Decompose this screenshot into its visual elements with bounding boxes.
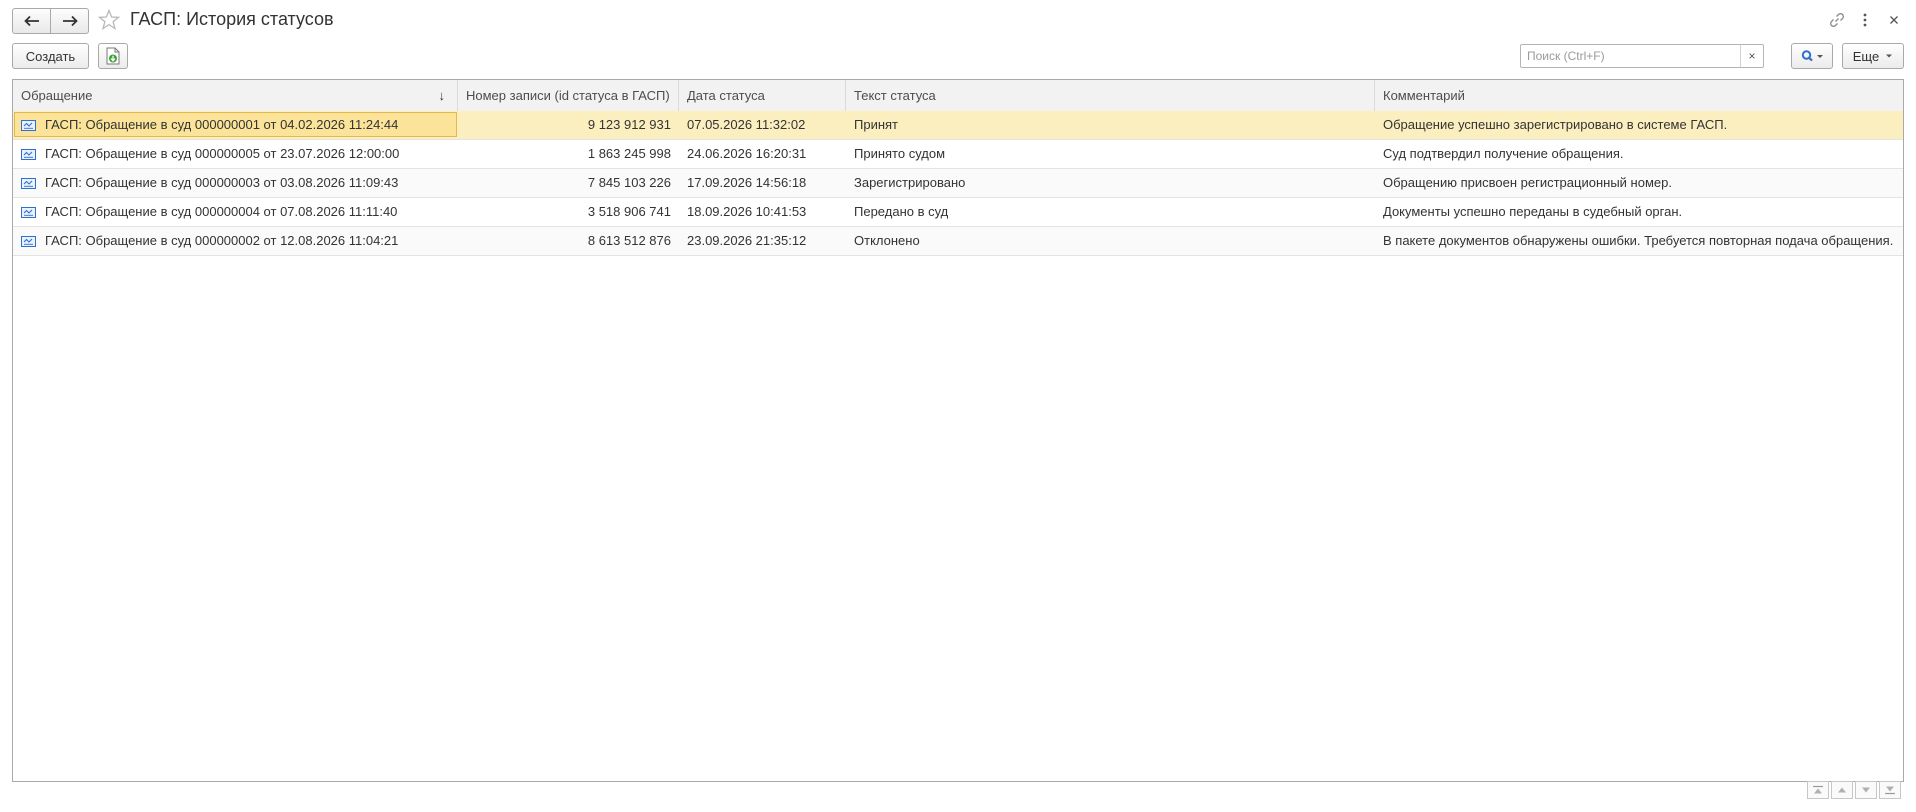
chevron-up-icon	[1838, 787, 1846, 793]
cell-record-id: 9 123 912 931	[587, 117, 671, 132]
cell-record-id: 1 863 245 998	[587, 146, 671, 161]
cell-comment: Документы успешно переданы в судебный ор…	[1383, 204, 1683, 219]
chevron-down-icon	[1862, 787, 1870, 793]
status-history-table: Обращение ↓ Номер записи (id статуса в Г…	[12, 79, 1904, 782]
table-row[interactable]: ГАСП: Обращение в суд 000000004 от 07.08…	[13, 198, 1903, 227]
cell-status-text: Зарегистрировано	[854, 175, 966, 190]
chevron-down-icon	[1886, 54, 1893, 58]
favorite-star-icon[interactable]	[97, 8, 121, 32]
search-icon	[1801, 50, 1823, 62]
create-button[interactable]: Создать	[12, 43, 89, 69]
forward-button[interactable]	[50, 9, 88, 33]
table-row[interactable]: ГАСП: Обращение в суд 000000001 от 04.02…	[13, 111, 1903, 140]
title-bar: ГАСП: История статусов	[0, 0, 1916, 42]
scroll-last-icon	[1885, 786, 1895, 795]
cell-appeal: ГАСП: Обращение в суд 000000004 от 07.08…	[45, 204, 398, 219]
cell-status-text: Отклонено	[854, 233, 920, 248]
close-icon[interactable]	[1884, 10, 1904, 30]
cell-appeal: ГАСП: Обращение в суд 000000002 от 12.08…	[45, 233, 399, 248]
scroll-up-button[interactable]	[1831, 781, 1853, 799]
cell-status-text: Принят	[854, 117, 899, 132]
cell-comment: В пакете документов обнаружены ошибки. Т…	[1383, 233, 1894, 248]
search-field: ×	[1520, 44, 1764, 68]
table-row[interactable]: ГАСП: Обращение в суд 000000002 от 12.08…	[13, 227, 1903, 256]
more-button-label: Еще	[1852, 48, 1880, 64]
cell-appeal: ГАСП: Обращение в суд 000000001 от 04.02…	[45, 117, 399, 132]
cell-record-id: 7 845 103 226	[587, 175, 671, 190]
column-header-status-text[interactable]: Текст статуса	[846, 80, 1375, 111]
scroll-to-top-button[interactable]	[1807, 781, 1829, 799]
cell-comment: Обращение успешно зарегистрировано в сис…	[1383, 117, 1728, 132]
save-document-icon	[106, 47, 120, 65]
cell-comment: Суд подтвердил получение обращения.	[1383, 146, 1624, 161]
page-title: ГАСП: История статусов	[130, 9, 334, 29]
cell-appeal: ГАСП: Обращение в суд 000000003 от 03.08…	[45, 175, 399, 190]
cell-status-text: Принято судом	[854, 146, 946, 161]
cell-comment: Обращению присвоен регистрационный номер…	[1383, 175, 1672, 190]
search-button[interactable]	[1791, 43, 1833, 69]
column-header-comment[interactable]: Комментарий	[1375, 80, 1903, 111]
cell-date: 17.09.2026 14:56:18	[687, 175, 807, 190]
cell-date: 18.09.2026 10:41:53	[687, 204, 807, 219]
arrow-left-icon	[23, 15, 39, 27]
column-header-date[interactable]: Дата статуса	[679, 80, 846, 111]
link-icon[interactable]	[1827, 10, 1847, 30]
save-to-file-button[interactable]	[98, 43, 128, 69]
scroll-to-bottom-button[interactable]	[1879, 781, 1901, 799]
arrow-right-icon	[62, 15, 78, 27]
cell-record-id: 8 613 512 876	[587, 233, 671, 248]
column-header-appeal[interactable]: Обращение ↓	[13, 80, 458, 111]
table-row[interactable]: ГАСП: Обращение в суд 000000005 от 23.07…	[13, 140, 1903, 169]
search-input[interactable]	[1521, 45, 1737, 67]
cell-date: 23.09.2026 21:35:12	[687, 233, 807, 248]
navigation-buttons	[12, 8, 89, 34]
scroll-first-icon	[1813, 785, 1823, 794]
more-button[interactable]: Еще	[1842, 43, 1904, 69]
sort-descending-icon: ↓	[438, 88, 446, 103]
column-header-record-id[interactable]: Номер записи (id статуса в ГАСП)	[458, 80, 679, 111]
column-header-label: Обращение	[21, 88, 93, 103]
table-row[interactable]: ГАСП: Обращение в суд 000000003 от 03.08…	[13, 169, 1903, 198]
cell-record-id: 3 518 906 741	[587, 204, 671, 219]
scroll-down-button[interactable]	[1855, 781, 1877, 799]
table-header: Обращение ↓ Номер записи (id статуса в Г…	[13, 80, 1903, 112]
more-vertical-icon[interactable]	[1855, 10, 1875, 30]
list-scroll-buttons	[1805, 781, 1901, 799]
cell-appeal: ГАСП: Обращение в суд 000000005 от 23.07…	[45, 146, 400, 161]
cell-status-text: Передано в суд	[854, 204, 949, 219]
back-button[interactable]	[13, 9, 50, 33]
cell-date: 07.05.2026 11:32:02	[687, 117, 806, 132]
search-clear-button[interactable]: ×	[1740, 45, 1763, 67]
cell-date: 24.06.2026 16:20:31	[687, 146, 807, 161]
